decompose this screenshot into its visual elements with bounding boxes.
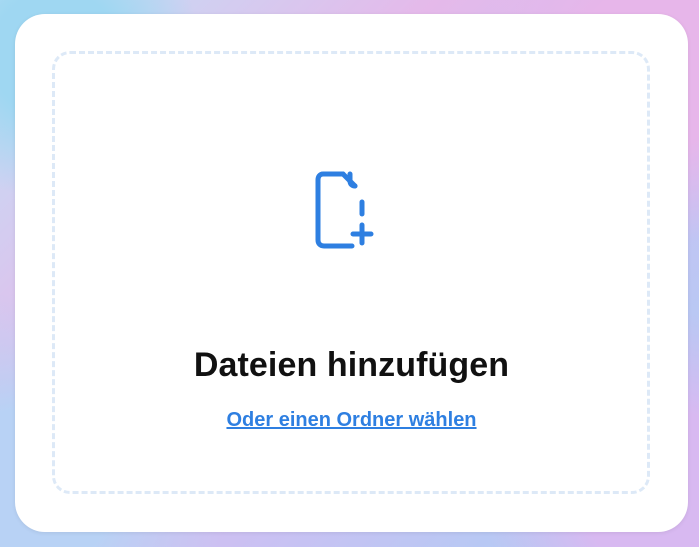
- choose-folder-link[interactable]: Oder einen Ordner wählen: [15, 406, 688, 434]
- file-plus-icon[interactable]: [303, 159, 377, 255]
- upload-title: Dateien hinzufügen: [193, 346, 510, 384]
- upload-card: Dateien hinzufügen Oder einen Ordner wäh…: [15, 14, 688, 532]
